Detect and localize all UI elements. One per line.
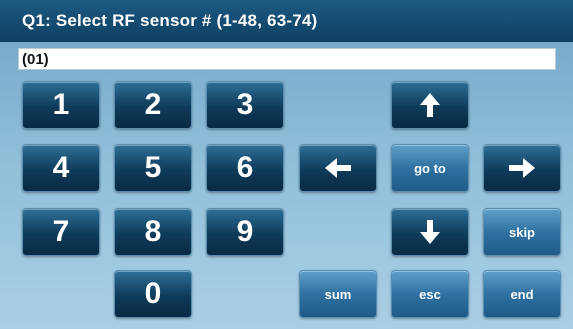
key-6-button[interactable]: 6 bbox=[206, 144, 284, 192]
left-button[interactable] bbox=[299, 144, 377, 192]
key-8-button[interactable]: 8 bbox=[114, 208, 192, 256]
page-title: Q1: Select RF sensor # (1-48, 63-74) bbox=[0, 0, 573, 42]
key-1-button[interactable]: 1 bbox=[22, 81, 100, 129]
sum-button[interactable]: sum bbox=[299, 270, 377, 318]
skip-button[interactable]: skip bbox=[483, 208, 561, 256]
up-button[interactable] bbox=[391, 81, 469, 129]
end-button[interactable]: end bbox=[483, 270, 561, 318]
arrow-down-icon bbox=[420, 220, 440, 244]
key-9-button[interactable]: 9 bbox=[206, 208, 284, 256]
esc-button[interactable]: esc bbox=[391, 270, 469, 318]
arrow-right-icon bbox=[509, 158, 535, 178]
key-5-button[interactable]: 5 bbox=[114, 144, 192, 192]
sensor-number-field[interactable]: (01) bbox=[18, 48, 556, 70]
key-3-button[interactable]: 3 bbox=[206, 81, 284, 129]
key-0-button[interactable]: 0 bbox=[114, 270, 192, 318]
arrow-up-icon bbox=[420, 93, 440, 117]
arrow-left-icon bbox=[325, 158, 351, 178]
go-to-button[interactable]: go to bbox=[391, 144, 469, 192]
down-button[interactable] bbox=[391, 208, 469, 256]
key-2-button[interactable]: 2 bbox=[114, 81, 192, 129]
key-7-button[interactable]: 7 bbox=[22, 208, 100, 256]
right-button[interactable] bbox=[483, 144, 561, 192]
key-4-button[interactable]: 4 bbox=[22, 144, 100, 192]
